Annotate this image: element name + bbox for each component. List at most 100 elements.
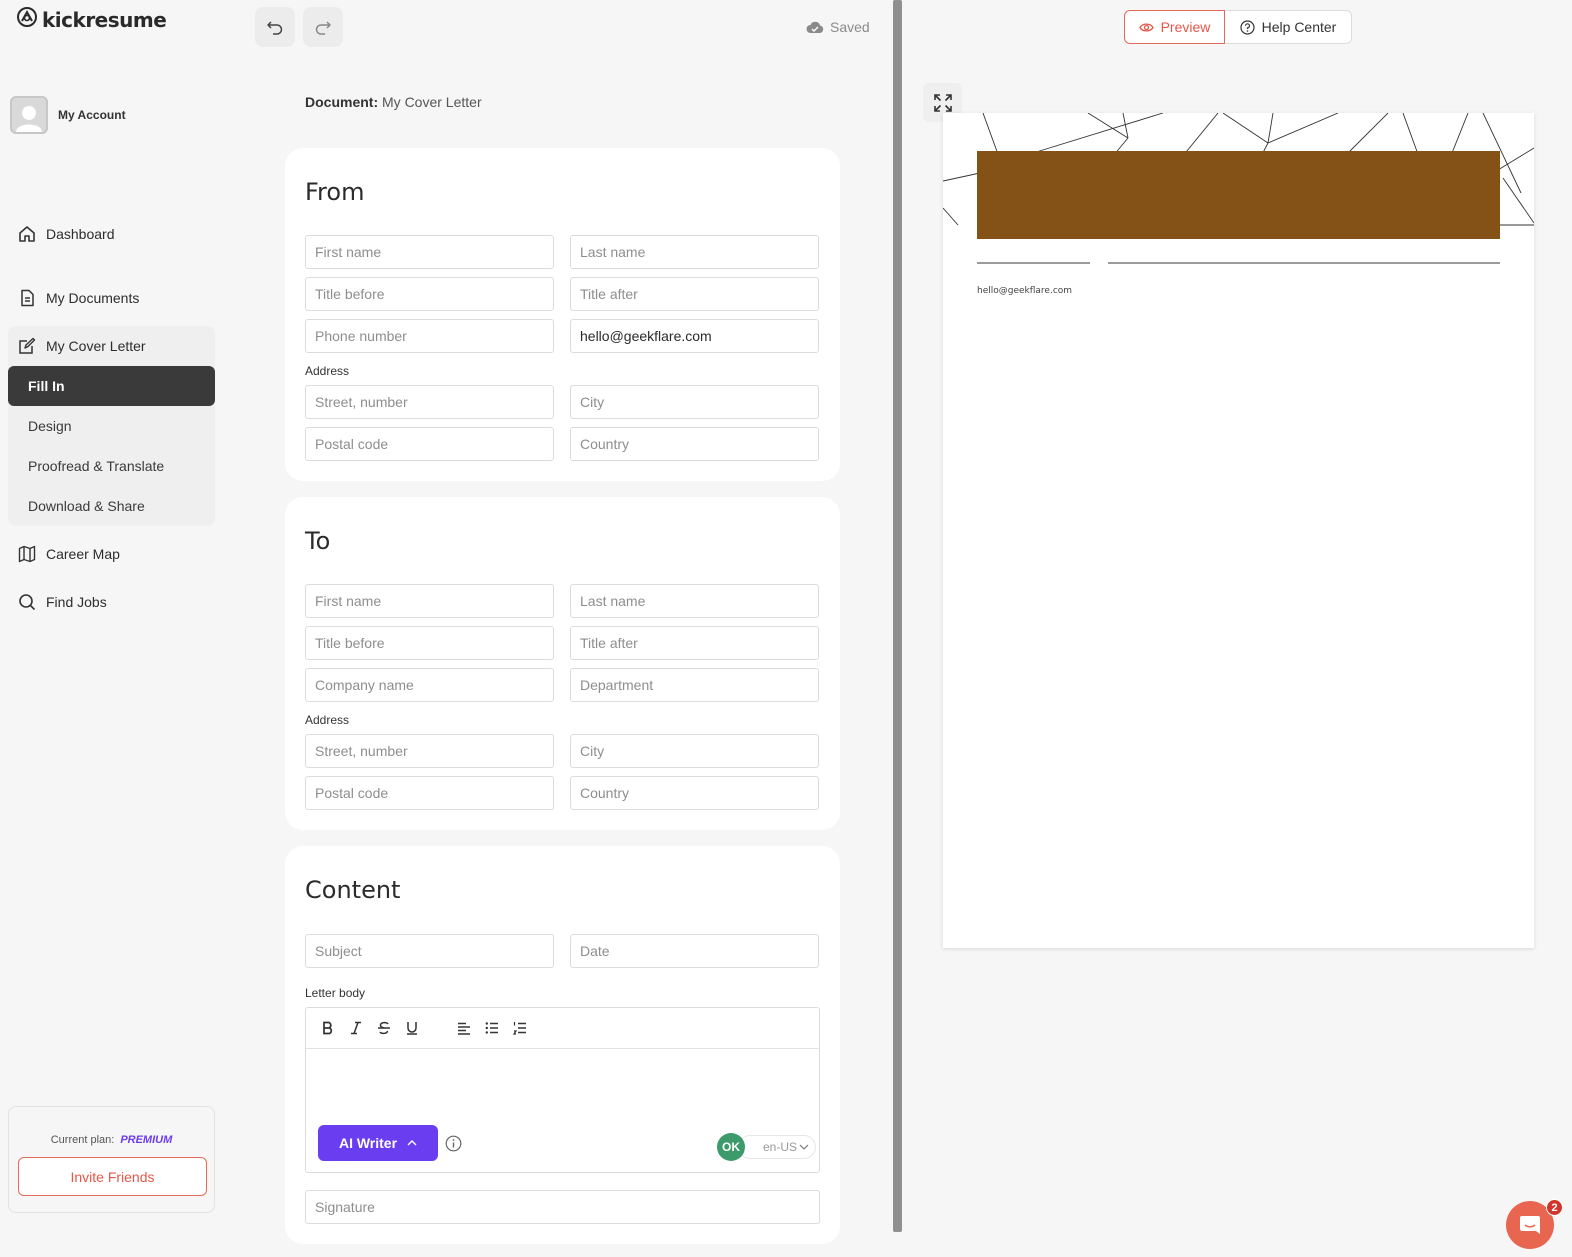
- nav-my-documents-label: My Documents: [46, 290, 140, 306]
- from-heading: From: [305, 178, 365, 206]
- divider-line: [1108, 262, 1500, 264]
- nav-my-documents[interactable]: My Documents: [18, 289, 139, 307]
- from-street-input[interactable]: Street, number: [305, 385, 554, 419]
- from-phone-input[interactable]: Phone number: [305, 319, 554, 353]
- to-card: To First name Last name Title before Tit…: [285, 497, 840, 830]
- strikethrough-icon[interactable]: [376, 1020, 392, 1036]
- to-heading: To: [305, 527, 331, 555]
- to-first-name-input[interactable]: First name: [305, 584, 554, 618]
- document-icon: [21, 289, 34, 307]
- logo-text: kickresume: [42, 7, 167, 32]
- to-department-input[interactable]: Department: [570, 668, 819, 702]
- from-first-name-input[interactable]: First name: [305, 235, 554, 269]
- to-title-before-input[interactable]: Title before: [305, 626, 554, 660]
- underline-icon[interactable]: [404, 1020, 420, 1036]
- letter-email: hello@geekflare.com: [977, 286, 1073, 296]
- nav-dashboard[interactable]: Dashboard: [18, 225, 115, 243]
- subject-input[interactable]: Subject: [305, 934, 554, 968]
- home-icon: [19, 226, 35, 242]
- chevron-down-icon: [799, 1144, 809, 1150]
- from-email-input[interactable]: hello@geekflare.com: [570, 319, 819, 353]
- from-country-input[interactable]: Country: [570, 427, 819, 461]
- help-center-button[interactable]: Help Center: [1225, 10, 1352, 44]
- to-country-input[interactable]: Country: [570, 776, 819, 810]
- to-company-input[interactable]: Company name: [305, 668, 554, 702]
- nav-my-cover-letter[interactable]: My Cover Letter: [18, 337, 146, 355]
- nav-career-map-label: Career Map: [46, 546, 120, 562]
- saved-label: Saved: [830, 19, 870, 35]
- chevron-up-icon: [407, 1140, 417, 1146]
- sidebar: kickresume My Account Dashboard My Docum…: [0, 0, 228, 1257]
- edit-icon: [19, 337, 36, 354]
- nav-fill-in[interactable]: Fill In: [8, 366, 215, 406]
- plan-value: PREMIUM: [120, 1134, 173, 1146]
- nav-dashboard-label: Dashboard: [46, 226, 115, 242]
- italic-icon[interactable]: [348, 1020, 364, 1036]
- from-card: From First name Last name Title before T…: [285, 148, 840, 481]
- document-name: My Cover Letter: [382, 94, 482, 110]
- eye-icon: [1138, 22, 1154, 32]
- preview-button[interactable]: Preview: [1124, 10, 1225, 44]
- to-title-after-input[interactable]: Title after: [570, 626, 819, 660]
- search-icon: [19, 594, 36, 611]
- info-icon[interactable]: [445, 1135, 462, 1157]
- ai-writer-button[interactable]: AI Writer: [318, 1125, 438, 1161]
- pane-resize-handle[interactable]: [893, 0, 902, 1232]
- to-address-label: Address: [305, 713, 350, 727]
- chat-notification-badge: 2: [1546, 1199, 1563, 1216]
- invite-friends-button[interactable]: Invite Friends: [18, 1157, 207, 1196]
- numbered-list-icon[interactable]: [512, 1020, 528, 1036]
- ai-writer-label: AI Writer: [338, 1135, 398, 1151]
- letter-header-block: [977, 151, 1500, 239]
- to-last-name-input[interactable]: Last name: [570, 584, 819, 618]
- from-title-before-input[interactable]: Title before: [305, 277, 554, 311]
- nav-find-jobs-label: Find Jobs: [46, 594, 107, 610]
- help-center-label: Help Center: [1261, 19, 1337, 35]
- spellcheck-ok-badge[interactable]: OK: [717, 1133, 745, 1161]
- bold-icon[interactable]: [320, 1020, 336, 1036]
- signature-input[interactable]: Signature: [305, 1190, 820, 1224]
- avatar: [10, 96, 48, 134]
- nav-career-map[interactable]: Career Map: [18, 545, 120, 563]
- plan-label: Current plan:: [50, 1134, 115, 1146]
- document-title: Document: My Cover Letter: [305, 94, 482, 110]
- nav-my-cover-letter-label: My Cover Letter: [46, 338, 146, 354]
- from-address-label: Address: [305, 364, 350, 378]
- align-left-icon[interactable]: [456, 1020, 472, 1036]
- to-postal-input[interactable]: Postal code: [305, 776, 554, 810]
- expand-icon: [933, 93, 952, 112]
- save-status: Saved: [806, 19, 870, 35]
- letter-preview[interactable]: hello@geekflare.com: [943, 113, 1534, 948]
- language-select[interactable]: en-US: [738, 1135, 817, 1159]
- undo-button[interactable]: [255, 7, 295, 47]
- document-label: Document:: [305, 94, 379, 110]
- from-title-after-input[interactable]: Title after: [570, 277, 819, 311]
- map-icon: [18, 545, 36, 563]
- from-last-name-input[interactable]: Last name: [570, 235, 819, 269]
- nav-proofread[interactable]: Proofread & Translate: [28, 458, 164, 474]
- account-label: My Account: [58, 108, 126, 122]
- editor-toolbar: [306, 1008, 819, 1049]
- content-heading: Content: [305, 876, 401, 904]
- to-city-input[interactable]: City: [570, 734, 819, 768]
- to-street-input[interactable]: Street, number: [305, 734, 554, 768]
- date-input[interactable]: Date: [570, 934, 819, 968]
- from-postal-input[interactable]: Postal code: [305, 427, 554, 461]
- logo-icon: [16, 6, 38, 33]
- content-card: Content Subject Date Letter body AI Writ…: [285, 846, 840, 1244]
- nav-find-jobs[interactable]: Find Jobs: [18, 593, 107, 611]
- logo[interactable]: kickresume: [16, 6, 167, 33]
- redo-button[interactable]: [303, 7, 343, 47]
- nav-download[interactable]: Download & Share: [28, 498, 145, 514]
- account-link[interactable]: My Account: [10, 96, 126, 134]
- divider-line: [977, 262, 1090, 264]
- bullet-list-icon[interactable]: [484, 1020, 500, 1036]
- letter-body-editor[interactable]: AI Writer en-US OK: [305, 1007, 820, 1173]
- from-city-input[interactable]: City: [570, 385, 819, 419]
- redo-icon: [315, 21, 331, 35]
- nav-design[interactable]: Design: [28, 418, 72, 434]
- letter-body-label: Letter body: [305, 986, 366, 1000]
- language-value: en-US: [763, 1140, 798, 1154]
- chat-icon: [1520, 1216, 1540, 1234]
- plan-line: Current plan: PREMIUM: [9, 1134, 214, 1146]
